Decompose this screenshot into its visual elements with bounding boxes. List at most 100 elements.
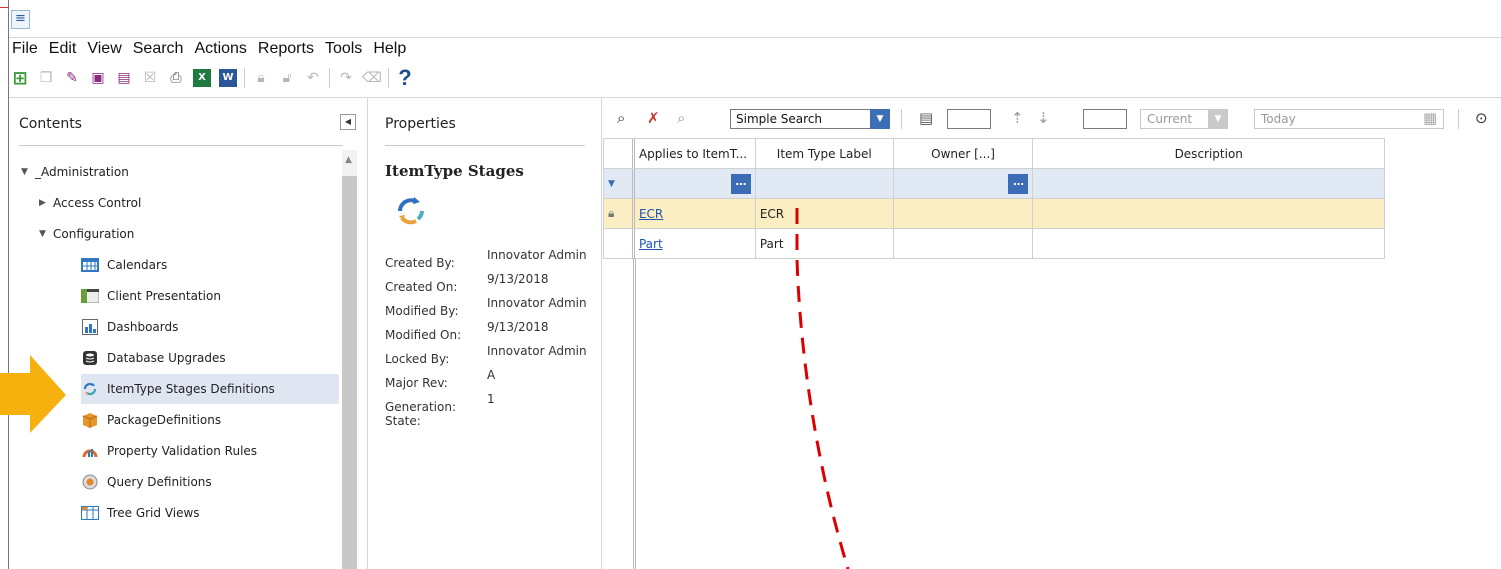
tree-item-configuration[interactable]: ▼ Configuration [39,219,134,249]
date-input[interactable]: Today [1254,109,1444,129]
help-icon[interactable]: ? [395,65,415,90]
collapse-pane-icon[interactable]: ◀ [340,114,356,130]
scrollbar-thumb[interactable] [342,176,357,569]
tree-item-label: _Administration [35,165,129,179]
chevron-down-icon[interactable]: ▼ [870,109,890,129]
grid-frozen-column-divider [633,258,636,569]
contents-title: Contents [19,116,82,132]
print-icon[interactable]: ⎙ [166,68,186,88]
tree-item-label: Dashboards [107,320,179,334]
edit-icon[interactable]: ✎ [62,68,82,88]
collapsed-arrow-icon[interactable]: ▶ [39,198,53,208]
max-results-input[interactable] [1083,109,1127,129]
filter-description[interactable] [1032,168,1385,199]
expanded-arrow-icon[interactable]: ▼ [21,167,35,177]
item-link[interactable]: Part [639,237,663,251]
menu-file[interactable]: File [12,40,38,60]
menu-bar: File Edit View Search Actions Reports To… [12,40,417,60]
presentation-icon [81,288,99,304]
column-header-applies-to[interactable]: Applies to ItemT... [632,138,756,169]
page-size-input[interactable] [947,109,991,129]
settings-icon[interactable]: ⊙ [1475,109,1488,127]
redo-icon[interactable]: ↷ [336,68,356,88]
undo-icon[interactable]: ↶ [303,68,323,88]
cell-owner[interactable] [892,198,1034,229]
new-item-icon[interactable]: ⊞ [10,68,30,89]
tree-item-label: Property Validation Rules [107,444,258,458]
grid-header-row: Applies to ItemT... Item Type Label Owne… [603,138,1385,169]
sort-descending-icon[interactable]: ⇣ [1037,109,1050,127]
saved-search-icon[interactable]: ⌕ [677,109,685,127]
save-close-icon[interactable]: ▤ [114,68,134,88]
menu-search[interactable]: Search [133,40,184,60]
cell-applies-to[interactable]: ECR [632,198,756,229]
column-header-owner[interactable]: Owner [...] [892,138,1034,169]
save-icon[interactable]: ▣ [88,68,108,88]
run-search-icon[interactable]: ⌕ [617,109,625,127]
toolbar-separator [329,68,330,88]
ellipsis-button[interactable]: … [730,173,751,194]
tree-item-administration[interactable]: ▼ _Administration [21,157,129,187]
field-value: 9/13/2018 [487,272,549,286]
tree-item-label: Client Presentation [107,289,221,303]
ellipsis-button[interactable]: … [1008,173,1029,194]
delete-icon[interactable]: ⌫ [362,68,382,88]
tree-item-dashboards[interactable]: Dashboards [81,312,178,342]
column-header-description[interactable]: Description [1032,138,1385,169]
calendar-picker-icon[interactable]: ▦ [1423,109,1437,127]
version-select[interactable]: Current ▼ [1140,109,1228,129]
filter-item-type-label[interactable] [754,168,894,199]
hamburger-menu-icon[interactable]: ≡ [11,10,30,29]
menu-reports[interactable]: Reports [258,40,314,60]
menu-help[interactable]: Help [373,40,406,60]
tree-item-query-definitions[interactable]: Query Definitions [81,467,212,497]
table-row[interactable]: Part Part [603,228,1385,259]
menu-edit[interactable]: Edit [49,40,77,60]
table-row[interactable]: 🔒︎ ECR ECR [603,198,1385,229]
lock-icon[interactable]: 🔒︎ [251,68,271,88]
query-icon [81,474,99,490]
filter-applies-to[interactable]: … [632,168,756,199]
field-value: 9/13/2018 [487,320,549,334]
calendar-icon [81,257,99,273]
cell-description[interactable] [1032,198,1385,229]
tree-item-database-upgrades[interactable]: Database Upgrades [81,343,226,373]
cell-description[interactable] [1032,228,1385,259]
tree-item-access-control[interactable]: ▶ Access Control [39,188,141,218]
toolbar-separator [388,68,389,88]
word-icon[interactable]: W [219,69,237,87]
search-mode-value: Simple Search [736,112,823,126]
properties-pane: Properties ItemType Stages Created By: I… [369,98,602,569]
tree-item-property-validation-rules[interactable]: Property Validation Rules [81,436,257,466]
sort-ascending-icon[interactable]: ⇡ [1011,109,1024,127]
clear-search-icon[interactable]: ✗ [647,109,660,127]
tree-item-package-definitions[interactable]: PackageDefinitions [81,405,221,435]
discard-icon[interactable]: ☒ [140,68,160,88]
contents-pane: Contents ◀ ▼ _Administration ▶ Access Co… [9,98,368,569]
tree-item-client-presentation[interactable]: Client Presentation [81,281,221,311]
toolbar-separator [244,68,245,88]
tree-item-itemtype-stages-definitions[interactable]: ItemType Stages Definitions [81,374,339,404]
field-value: 1 [487,392,495,406]
column-header-item-type-label[interactable]: Item Type Label [754,138,894,169]
copy-icon[interactable]: ❐ [36,68,56,88]
item-link[interactable]: ECR [639,207,663,221]
window-border-mark [0,7,9,8]
annotation-pointer-arrow [0,355,66,433]
tree-item-label: PackageDefinitions [107,413,222,427]
expanded-arrow-icon[interactable]: ▼ [39,229,53,239]
cell-applies-to[interactable]: Part [632,228,756,259]
menu-view[interactable]: View [87,40,121,60]
menu-actions[interactable]: Actions [194,40,246,60]
search-mode-select[interactable]: Simple Search ▼ [730,109,890,129]
filter-owner[interactable]: … [892,168,1034,199]
properties-divider [385,145,585,146]
tree-item-tree-grid-views[interactable]: Tree Grid Views [81,498,200,528]
menu-tools[interactable]: Tools [325,40,362,60]
cell-owner[interactable] [892,228,1034,259]
unlock-icon[interactable]: 🔓︎ [277,68,297,88]
scroll-up-icon[interactable]: ▲ [345,155,352,165]
excel-icon[interactable]: X [193,69,211,87]
tree-item-calendars[interactable]: Calendars [81,250,167,280]
chevron-down-icon[interactable]: ▼ [1208,109,1228,129]
